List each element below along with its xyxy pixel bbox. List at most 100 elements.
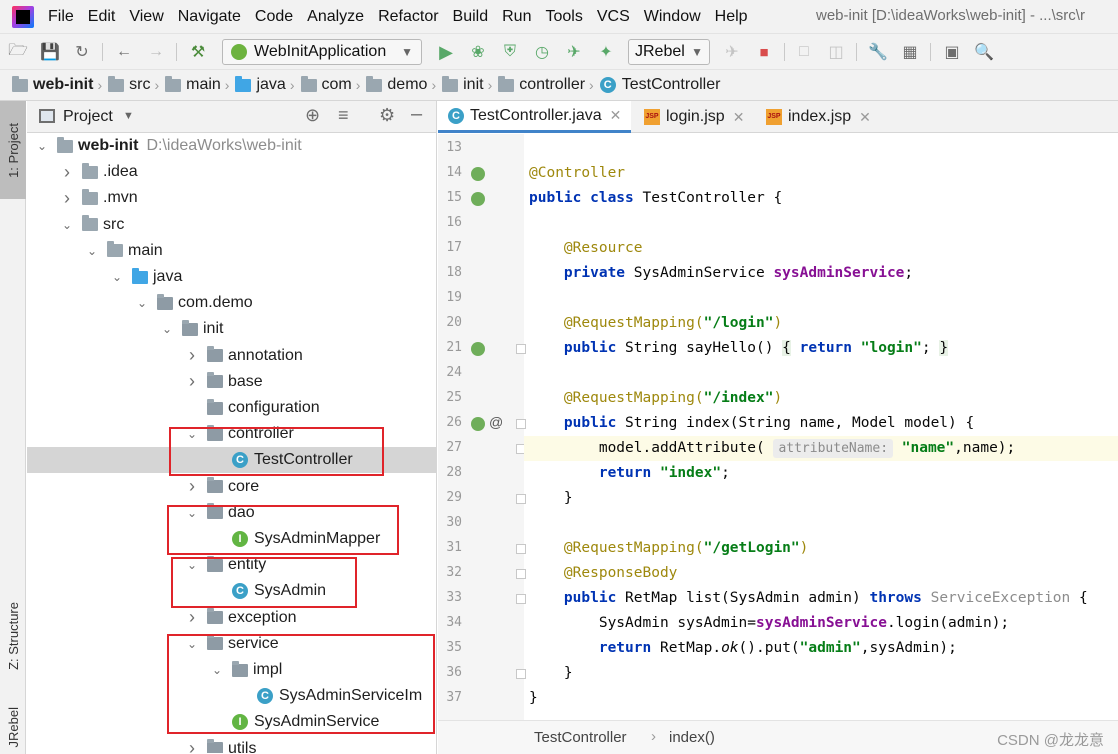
chevron-right-icon[interactable]: › (185, 345, 199, 366)
debug-icon[interactable]: ❀ (466, 40, 490, 64)
spring-bean-icon[interactable] (471, 167, 485, 181)
tree-row-web-init[interactable]: ⌄ web-init D:\ideaWorks\web-init (27, 133, 436, 159)
breadcrumb-item[interactable]: init (442, 75, 484, 94)
vcs-update-icon[interactable]: □ (792, 40, 816, 64)
annotation-at-icon[interactable]: @ (489, 414, 503, 430)
project-structure-icon[interactable]: ▦ (898, 40, 922, 64)
chevron-down-icon[interactable]: ⌄ (110, 270, 124, 284)
project-view-title[interactable]: Project (63, 108, 113, 126)
menu-navigate[interactable]: Navigate (178, 8, 241, 26)
breadcrumb-item[interactable]: com (300, 75, 352, 94)
tree-row-com-demo[interactable]: ⌄ com.demo (27, 290, 436, 316)
chevron-right-icon[interactable]: › (185, 607, 199, 628)
tree-row-base[interactable]: › base (27, 369, 436, 395)
chevron-down-icon[interactable]: ⌄ (135, 296, 149, 310)
vcs-commit-icon[interactable]: ◫ (824, 40, 848, 64)
editor-breadcrumb-class[interactable]: TestController (534, 729, 627, 746)
menu-vcs[interactable]: VCS (597, 8, 630, 26)
tree-label: src (103, 215, 125, 233)
search-icon[interactable]: 🔍 (972, 40, 996, 64)
coverage-icon[interactable]: ⛨ (498, 40, 522, 64)
breadcrumb-item[interactable]: java (235, 75, 286, 94)
tab-index-jsp[interactable]: JSP index.jsp ✕ (756, 101, 881, 133)
menu-tools[interactable]: Tools (545, 8, 582, 26)
menu-analyze[interactable]: Analyze (307, 8, 364, 26)
tree-row-core[interactable]: › core (27, 474, 436, 500)
tree-row-utils[interactable]: › utils (27, 736, 436, 753)
spring-bean-icon[interactable] (471, 192, 485, 206)
folder-icon (107, 241, 123, 258)
menu-run[interactable]: Run (502, 8, 531, 26)
tab-login-jsp[interactable]: JSP login.jsp ✕ (634, 101, 754, 133)
locate-icon[interactable]: ⊕ (305, 105, 320, 126)
gear-icon[interactable]: ⚙ (379, 105, 395, 126)
back-icon[interactable]: ← (112, 40, 136, 64)
collapse-all-icon[interactable]: ≡ (338, 105, 349, 126)
tree-row-init[interactable]: ⌄ init (27, 316, 436, 342)
tree-row--idea[interactable]: › .idea (27, 159, 436, 185)
line-number: 15 (446, 190, 462, 205)
run-config-select[interactable]: WebInitApplication ▼ (222, 39, 422, 65)
menu-file[interactable]: File (48, 8, 74, 26)
project-tool-tab[interactable]: 1: Project (0, 101, 26, 199)
stop-icon[interactable]: ■ (752, 40, 776, 64)
terminal-icon[interactable]: ▣ (940, 40, 964, 64)
menu-view[interactable]: View (129, 8, 163, 26)
chevron-down-icon[interactable]: ⌄ (60, 218, 74, 232)
tree-row-configuration[interactable]: configuration (27, 395, 436, 421)
chevron-down-icon[interactable]: ⌄ (35, 139, 49, 153)
chevron-right-icon[interactable]: › (60, 188, 74, 209)
menu-build[interactable]: Build (453, 8, 489, 26)
menu-edit[interactable]: Edit (88, 8, 116, 26)
code-line: @ResponseBody (563, 565, 678, 581)
tree-row-src[interactable]: ⌄ src (27, 212, 436, 238)
tree-row-java[interactable]: ⌄ java (27, 264, 436, 290)
chevron-down-icon[interactable]: ▼ (123, 110, 134, 122)
close-icon[interactable]: ✕ (733, 109, 745, 126)
package-icon (207, 346, 223, 363)
breadcrumb-item[interactable]: controller (498, 75, 585, 94)
tree-row--mvn[interactable]: › .mvn (27, 185, 436, 211)
menu-window[interactable]: Window (644, 8, 701, 26)
editor-breadcrumb-method[interactable]: index() (669, 729, 715, 746)
menu-help[interactable]: Help (715, 8, 748, 26)
tree-row-exception[interactable]: › exception (27, 605, 436, 631)
jrebel-run-icon[interactable]: ✈ (562, 40, 586, 64)
tab-testcontroller[interactable]: C TestController.java ✕ (438, 101, 632, 133)
web-mapping-icon[interactable] (471, 342, 485, 356)
sync-icon[interactable]: ↻ (70, 40, 94, 64)
chevron-right-icon[interactable]: › (185, 738, 199, 753)
chevron-down-icon[interactable]: ⌄ (85, 244, 99, 258)
jrebel-select[interactable]: JRebel ▼ (628, 39, 710, 65)
tree-row-annotation[interactable]: › annotation (27, 343, 436, 369)
settings-wrench-icon[interactable]: 🔧 (866, 40, 890, 64)
profile-icon[interactable]: ◷ (530, 40, 554, 64)
close-icon[interactable]: ✕ (610, 107, 622, 124)
menu-code[interactable]: Code (255, 8, 293, 26)
tree-row-main[interactable]: ⌄ main (27, 238, 436, 264)
hide-panel-icon[interactable]: – (411, 103, 422, 126)
structure-tool-tab[interactable]: Z: Structure (0, 581, 26, 691)
chevron-down-icon[interactable]: ⌄ (160, 322, 174, 336)
breadcrumb-item[interactable]: demo (366, 75, 427, 94)
breadcrumb-item[interactable]: src (108, 75, 150, 94)
save-icon[interactable]: 💾 (38, 40, 62, 64)
forward-icon[interactable]: → (144, 40, 168, 64)
breadcrumb-item[interactable]: web-init (12, 75, 93, 94)
open-folder-icon[interactable]: 🗁 (6, 40, 30, 64)
chevron-right-icon[interactable]: › (60, 162, 74, 183)
run-icon[interactable]: ▶ (434, 40, 458, 64)
close-icon[interactable]: ✕ (859, 109, 871, 126)
chevron-right-icon[interactable]: › (185, 476, 199, 497)
build-hammer-icon[interactable]: ⚒ (186, 40, 210, 64)
menu-refactor[interactable]: Refactor (378, 8, 438, 26)
web-mapping-icon[interactable] (471, 417, 485, 431)
chevron-right-icon[interactable]: › (185, 371, 199, 392)
code-area[interactable]: @Controller public class TestController … (524, 134, 1118, 720)
breadcrumb-item[interactable]: main (165, 75, 221, 94)
jrebel-tool-tab[interactable]: JRebel (0, 701, 26, 754)
breadcrumb-item[interactable]: C TestController (599, 76, 720, 94)
package-icon (207, 477, 223, 494)
attach-icon[interactable]: ✈ (720, 40, 744, 64)
jrebel-debug-icon[interactable]: ✦ (594, 40, 618, 64)
